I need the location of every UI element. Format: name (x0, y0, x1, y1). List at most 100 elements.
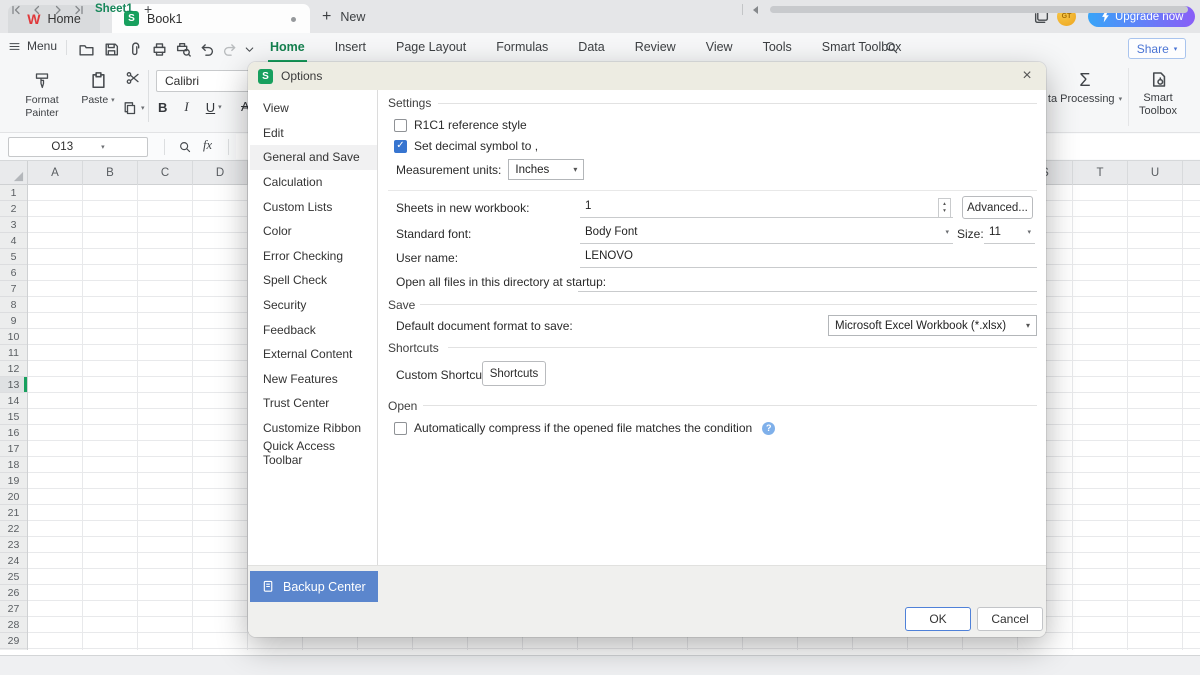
row-header-3[interactable]: 3 (0, 217, 27, 233)
document-tab[interactable]: S Book1 (112, 4, 310, 33)
row-header-25[interactable]: 25 (0, 569, 27, 585)
underline-button[interactable]: U▾ (206, 100, 222, 115)
column-header-a[interactable]: A (28, 161, 83, 185)
dialog-close-button[interactable]: × (1016, 66, 1038, 86)
sidebar-item-view[interactable]: View (250, 96, 377, 121)
sidebar-item-spell-check[interactable]: Spell Check (250, 268, 377, 293)
r1c1-checkbox-row[interactable]: R1C1 reference style (394, 118, 527, 132)
compress-checkbox[interactable] (394, 422, 407, 435)
row-header-22[interactable]: 22 (0, 521, 27, 537)
cancel-button[interactable]: Cancel (977, 607, 1043, 631)
row-header-4[interactable]: 4 (0, 233, 27, 249)
quick-access-more-button[interactable] (243, 45, 256, 55)
horizontal-scrollbar[interactable] (770, 6, 1188, 13)
print-button[interactable] (151, 41, 168, 58)
share-button[interactable]: Share ▾ (1128, 38, 1186, 59)
row-header-13[interactable]: 13 (0, 377, 27, 393)
cut-button[interactable] (125, 70, 141, 86)
paste-button[interactable]: Paste▾ (76, 67, 120, 106)
sidebar-item-trust-center[interactable]: Trust Center (250, 391, 377, 416)
advanced-button[interactable]: Advanced... (962, 196, 1033, 219)
row-header-28[interactable]: 28 (0, 617, 27, 633)
row-header-20[interactable]: 20 (0, 489, 27, 505)
sidebar-item-feedback[interactable]: Feedback (250, 317, 377, 342)
row-header-19[interactable]: 19 (0, 473, 27, 489)
next-sheet-icon[interactable] (52, 4, 64, 16)
data-processing-button[interactable]: Σ ta Processing▾ (1042, 66, 1128, 105)
cell-reference-box[interactable]: O13 ▾ (8, 137, 148, 157)
attach-button[interactable] (127, 41, 144, 58)
insert-function-button[interactable]: fx (203, 138, 212, 153)
sheet-tab-sheet1[interactable]: Sheet1 (95, 3, 133, 15)
smart-toolbox-button[interactable]: Smart Toolbox (1130, 66, 1186, 118)
row-header-10[interactable]: 10 (0, 329, 27, 345)
tab-view[interactable]: View (704, 33, 735, 62)
sidebar-item-custom-lists[interactable]: Custom Lists (250, 194, 377, 219)
tab-page-layout[interactable]: Page Layout (394, 33, 468, 62)
last-sheet-icon[interactable] (73, 4, 85, 16)
row-header-29[interactable]: 29 (0, 633, 27, 649)
column-header-c[interactable]: C (138, 161, 193, 185)
column-header-t[interactable]: T (1073, 161, 1128, 185)
row-header-23[interactable]: 23 (0, 537, 27, 553)
first-sheet-icon[interactable] (10, 4, 22, 16)
shortcuts-button[interactable]: Shortcuts (482, 361, 546, 386)
save-button[interactable] (103, 41, 120, 58)
font-size-select[interactable]: 11 ▾ (984, 222, 1035, 244)
copy-button[interactable]: ▾ (122, 100, 145, 116)
tab-formulas[interactable]: Formulas (494, 33, 550, 62)
undo-button[interactable] (199, 41, 216, 58)
print-preview-button[interactable] (175, 41, 192, 58)
sidebar-item-customize-ribbon[interactable]: Customize Ribbon (250, 416, 377, 441)
row-header-14[interactable]: 14 (0, 393, 27, 409)
row-header-1[interactable]: 1 (0, 185, 27, 201)
row-header-9[interactable]: 9 (0, 313, 27, 329)
column-header-b[interactable]: B (83, 161, 138, 185)
decimal-checkbox[interactable] (394, 140, 407, 153)
row-header-6[interactable]: 6 (0, 265, 27, 281)
sidebar-item-calculation[interactable]: Calculation (250, 170, 377, 195)
menu-button[interactable]: Menu (8, 39, 57, 53)
row-header-26[interactable]: 26 (0, 585, 27, 601)
sidebar-item-edit[interactable]: Edit (250, 121, 377, 146)
select-all-corner[interactable] (0, 161, 28, 185)
row-header-7[interactable]: 7 (0, 281, 27, 297)
row-header-12[interactable]: 12 (0, 361, 27, 377)
tab-home[interactable]: Home (268, 33, 307, 62)
tab-insert[interactable]: Insert (333, 33, 368, 62)
zoom-formula-button[interactable] (178, 140, 192, 154)
sidebar-item-security[interactable]: Security (250, 293, 377, 318)
italic-button[interactable]: I (184, 99, 188, 115)
sidebar-item-error-checking[interactable]: Error Checking (250, 244, 377, 269)
compress-checkbox-row[interactable]: Automatically compress if the opened fil… (394, 421, 775, 435)
scroll-left-icon[interactable] (753, 6, 758, 14)
font-name-select[interactable]: Calibri (156, 70, 260, 92)
row-header-16[interactable]: 16 (0, 425, 27, 441)
sidebar-item-external-content[interactable]: External Content (250, 342, 377, 367)
default-format-select[interactable]: Microsoft Excel Workbook (*.xlsx) ▾ (828, 315, 1037, 336)
column-header-d[interactable]: D (193, 161, 248, 185)
row-header-11[interactable]: 11 (0, 345, 27, 361)
help-icon[interactable]: ? (762, 422, 775, 435)
new-tab-button[interactable]: + New (322, 7, 365, 27)
tab-data[interactable]: Data (576, 33, 606, 62)
add-sheet-button[interactable]: + (144, 1, 152, 17)
row-header-18[interactable]: 18 (0, 457, 27, 473)
username-input[interactable]: LENOVO (580, 246, 1037, 268)
row-header-27[interactable]: 27 (0, 601, 27, 617)
row-header-8[interactable]: 8 (0, 297, 27, 313)
backup-center-button[interactable]: Backup Center (250, 571, 378, 602)
row-header-15[interactable]: 15 (0, 409, 27, 425)
open-file-button[interactable] (78, 41, 95, 58)
ok-button[interactable]: OK (905, 607, 971, 631)
standard-font-select[interactable]: Body Font ▾ (580, 222, 953, 244)
prev-sheet-icon[interactable] (31, 4, 43, 16)
sidebar-item-quick-access-toolbar[interactable]: Quick Access Toolbar (250, 440, 377, 465)
sidebar-item-general-and-save[interactable]: General and Save (250, 145, 377, 170)
row-header-5[interactable]: 5 (0, 249, 27, 265)
sheets-input[interactable]: 1 (580, 196, 953, 218)
r1c1-checkbox[interactable] (394, 119, 407, 132)
tab-review[interactable]: Review (633, 33, 678, 62)
row-header-24[interactable]: 24 (0, 553, 27, 569)
sheets-spinner[interactable]: ▴▾ (938, 198, 951, 218)
